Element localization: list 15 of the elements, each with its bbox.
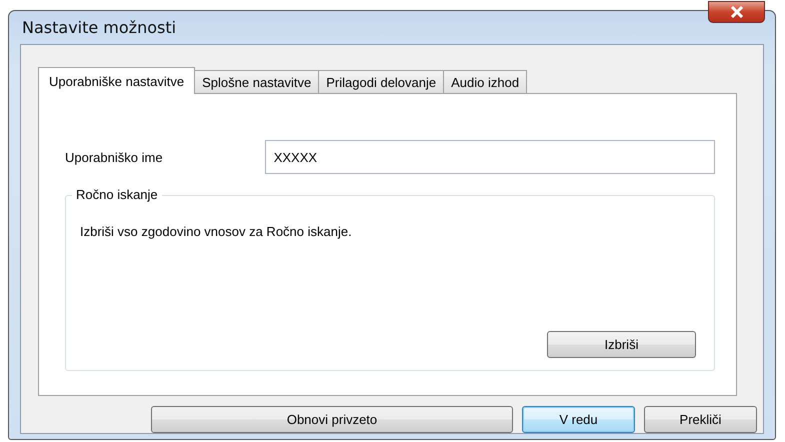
tab[interactable]: Uporabniške nastavitve [38, 67, 196, 94]
tab[interactable]: Splošne nastavitve [194, 70, 320, 93]
username-label: Uporabniško ime [65, 150, 164, 164]
username-field[interactable]: XXXXX [264, 140, 715, 174]
dialog-button[interactable]: V redu [522, 406, 635, 433]
delete-button[interactable]: Izbriši [547, 331, 696, 358]
tab[interactable]: Audio izhod [443, 70, 528, 93]
restore-defaults-button[interactable]: Obnovi privzeto [151, 406, 513, 433]
window-title: Nastavite možnosti [22, 18, 176, 37]
close-button[interactable] [708, 1, 765, 23]
group-title: Ročno iskanje [72, 187, 162, 202]
tab[interactable]: Prilagodi delovanje [318, 70, 444, 93]
close-icon [730, 6, 744, 18]
group-description: Izbriši vso zgodovino vnosov za Ročno iskanje. [80, 224, 353, 239]
dialog-button[interactable]: Prekliči [644, 406, 757, 433]
